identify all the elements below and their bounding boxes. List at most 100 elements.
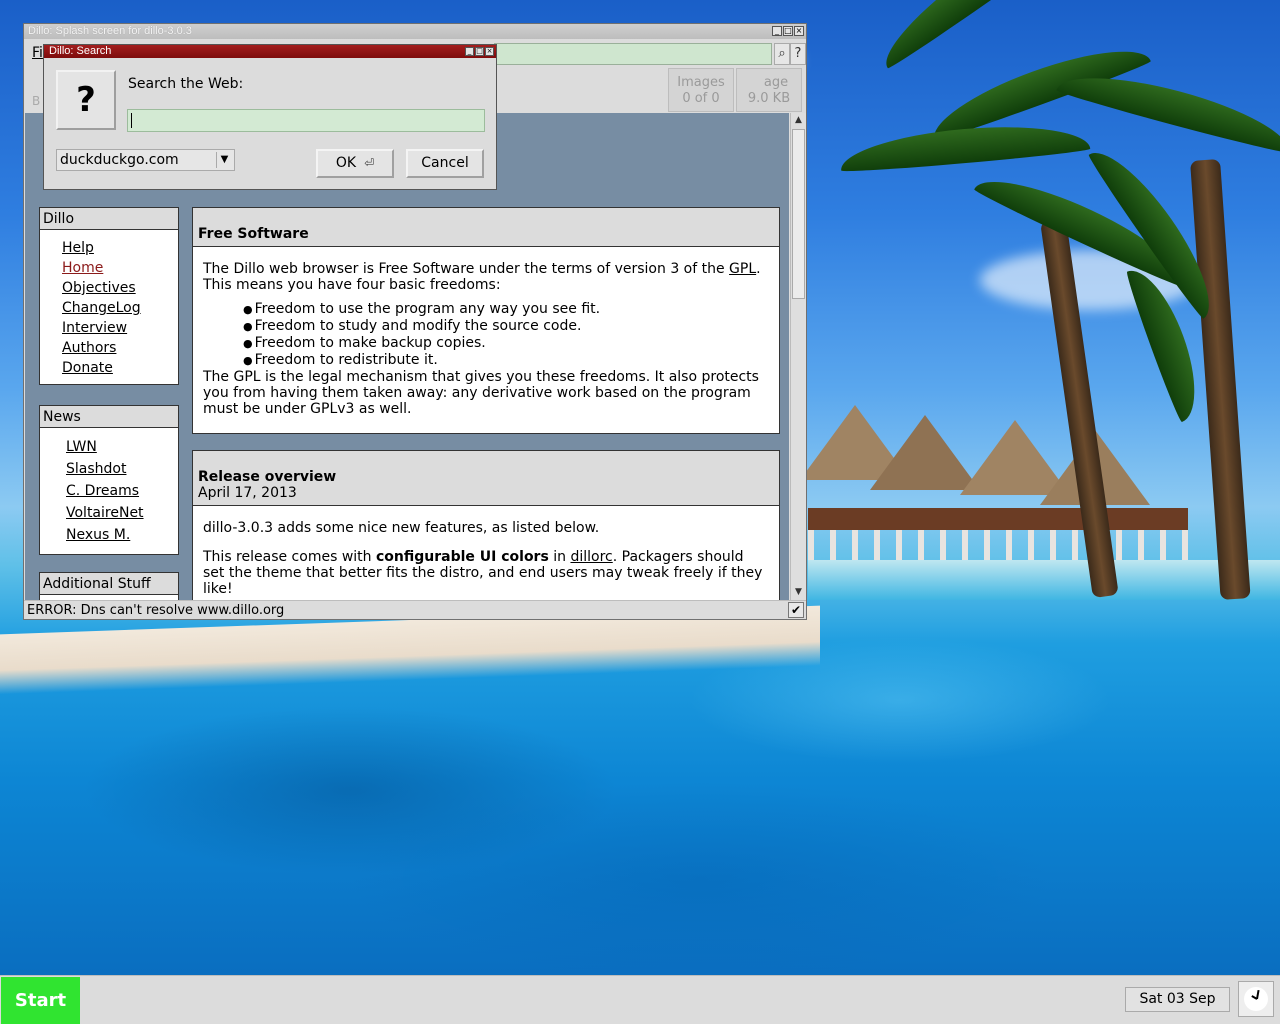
intro-end: . [756, 261, 761, 277]
bug-meter-icon[interactable]: ✔ [788, 602, 804, 618]
link-text[interactable]: Authors [62, 340, 116, 356]
link-text[interactable]: Donate [62, 360, 113, 376]
news-item-voltairenet[interactable]: VoltaireNet [66, 502, 178, 524]
dialog-window-controls: _ □ × [465, 47, 494, 56]
browser-titlebar[interactable]: Dillo: Splash screen for dillo-3.0.3 _ □… [24, 24, 806, 39]
back-button[interactable]: B [32, 94, 40, 108]
maximize-icon[interactable]: □ [475, 47, 484, 56]
bold-text: configurable UI colors [375, 549, 549, 565]
window-controls: _ □ × [772, 26, 804, 36]
outro-paragraph: The GPL is the legal mechanism that give… [203, 369, 759, 417]
sidebar-item-interview[interactable]: Interview [62, 318, 178, 338]
sidebar-news-box: News LWN Slashdot C. Dreams VoltaireNet … [39, 405, 179, 555]
sidebar-additional-box: Additional Stuff [39, 572, 179, 600]
search-dialog: Dillo: Search _ □ × ? Search the Web: du… [43, 44, 497, 190]
section-heading: Release overview April 17, 2013 [193, 451, 779, 506]
sidebar-dillo-box: Dillo Help Home Objectives ChangeLog Int… [39, 207, 179, 385]
link-text[interactable]: LWN [66, 439, 97, 455]
status-text: ERROR: Dns can't resolve www.dillo.org [27, 603, 285, 618]
ok-label: OK [335, 155, 357, 171]
clock-face [1244, 987, 1268, 1011]
page-size-label: age [763, 75, 789, 90]
text: in [548, 549, 571, 565]
dillorc-link[interactable]: dillorc [570, 549, 612, 565]
news-item-lwn[interactable]: LWN [66, 436, 178, 458]
close-icon[interactable]: × [794, 26, 804, 36]
intro-text-2: This means you have four basic freedoms: [203, 277, 501, 293]
link-text[interactable]: Help [62, 240, 94, 256]
free-software-section: Free Software The Dillo web browser is F… [192, 207, 780, 434]
section-body: The Dillo web browser is Free Software u… [193, 247, 779, 425]
page-size-counter: age 9.0 KB [736, 68, 802, 112]
release-line-1: dillo-3.0.3 adds some nice new features,… [203, 520, 600, 536]
sidebar-item-help[interactable]: Help [62, 238, 178, 258]
scroll-up-icon[interactable]: ▲ [792, 114, 805, 127]
url-input[interactable] [494, 43, 772, 65]
window-title: Dillo: Splash screen for dillo-3.0.3 [28, 25, 192, 37]
freedom-item: Freedom to use the program any way you s… [243, 301, 769, 318]
link-text[interactable]: Home [62, 260, 103, 276]
sidebar-news-title: News [40, 406, 178, 428]
maximize-icon[interactable]: □ [783, 26, 793, 36]
release-line-2: This release comes with configurable UI … [203, 549, 769, 597]
search-input[interactable] [127, 109, 485, 132]
return-icon: ⏎ [364, 156, 375, 170]
free-software-title: Free Software [198, 226, 309, 242]
freedoms-list: Freedom to use the program any way you s… [243, 301, 769, 369]
link-text[interactable]: Objectives [62, 280, 136, 296]
chevron-down-icon[interactable]: ▼ [216, 152, 232, 168]
sidebar-item-changelog[interactable]: ChangeLog [62, 298, 178, 318]
minimize-icon[interactable]: _ [465, 47, 474, 56]
freedom-item: Freedom to make backup copies. [243, 335, 769, 352]
search-label: Search the Web: [128, 76, 244, 92]
search-engine-select[interactable]: duckduckgo.com ▼ [56, 149, 235, 171]
news-item-nexus[interactable]: Nexus M. [66, 524, 178, 546]
dialog-title: Dillo: Search [49, 45, 112, 57]
search-icon[interactable]: ⌕ [774, 43, 790, 65]
link-text[interactable]: Nexus M. [66, 527, 130, 543]
sidebar-item-donate[interactable]: Donate [62, 358, 178, 378]
images-value: 0 of 0 [682, 91, 720, 106]
news-item-slashdot[interactable]: Slashdot [66, 458, 178, 480]
scroll-down-icon[interactable]: ▼ [792, 586, 805, 599]
link-text[interactable]: VoltaireNet [66, 505, 144, 521]
link-text[interactable]: C. Dreams [66, 483, 139, 499]
clock-icon[interactable] [1238, 981, 1274, 1017]
minimize-icon[interactable]: _ [772, 26, 782, 36]
sidebar-item-home[interactable]: Home [62, 258, 178, 278]
status-bar: ERROR: Dns can't resolve www.dillo.org ✔ [24, 600, 806, 619]
search-engine-value: duckduckgo.com [60, 152, 179, 168]
intro-text: The Dillo web browser is Free Software u… [203, 261, 730, 277]
freedom-item: Freedom to study and modify the source c… [243, 318, 769, 335]
link-text[interactable]: Interview [62, 320, 127, 336]
sidebar-additional-title: Additional Stuff [40, 573, 178, 595]
section-heading: Free Software [193, 208, 779, 247]
freedom-item: Freedom to redistribute it. [243, 352, 769, 369]
taskbar-date[interactable]: Sat 03 Sep [1125, 987, 1230, 1012]
text-caret [131, 112, 132, 128]
release-title: Release overview [198, 469, 337, 485]
link-text[interactable]: Slashdot [66, 461, 126, 477]
help-icon[interactable]: ? [790, 43, 806, 65]
scroll-thumb[interactable] [792, 129, 805, 299]
pool-edge [808, 560, 1280, 600]
close-icon[interactable]: × [485, 47, 494, 56]
section-body: dillo-3.0.3 adds some nice new features,… [193, 506, 779, 600]
release-date: April 17, 2013 [198, 485, 297, 501]
file-menu[interactable]: Fi [32, 45, 43, 61]
sidebar-item-objectives[interactable]: Objectives [62, 278, 178, 298]
intro-paragraph: The Dillo web browser is Free Software u… [203, 261, 769, 293]
gpl-link[interactable]: GPL [729, 261, 756, 277]
cancel-button[interactable]: Cancel [406, 149, 484, 178]
images-counter: Images 0 of 0 [668, 68, 734, 112]
news-item-cdreams[interactable]: C. Dreams [66, 480, 178, 502]
pier-legs [808, 530, 1188, 560]
dialog-titlebar[interactable]: Dillo: Search _ □ × [44, 45, 496, 58]
sidebar-item-authors[interactable]: Authors [62, 338, 178, 358]
link-text[interactable]: ChangeLog [62, 300, 141, 316]
vertical-scrollbar[interactable]: ▲ ▼ [790, 113, 806, 600]
sidebar-dillo-title: Dillo [40, 208, 178, 230]
ok-button[interactable]: OK ⏎ [316, 149, 394, 178]
start-button[interactable]: Start [1, 977, 80, 1024]
text: This release comes with [203, 549, 376, 565]
